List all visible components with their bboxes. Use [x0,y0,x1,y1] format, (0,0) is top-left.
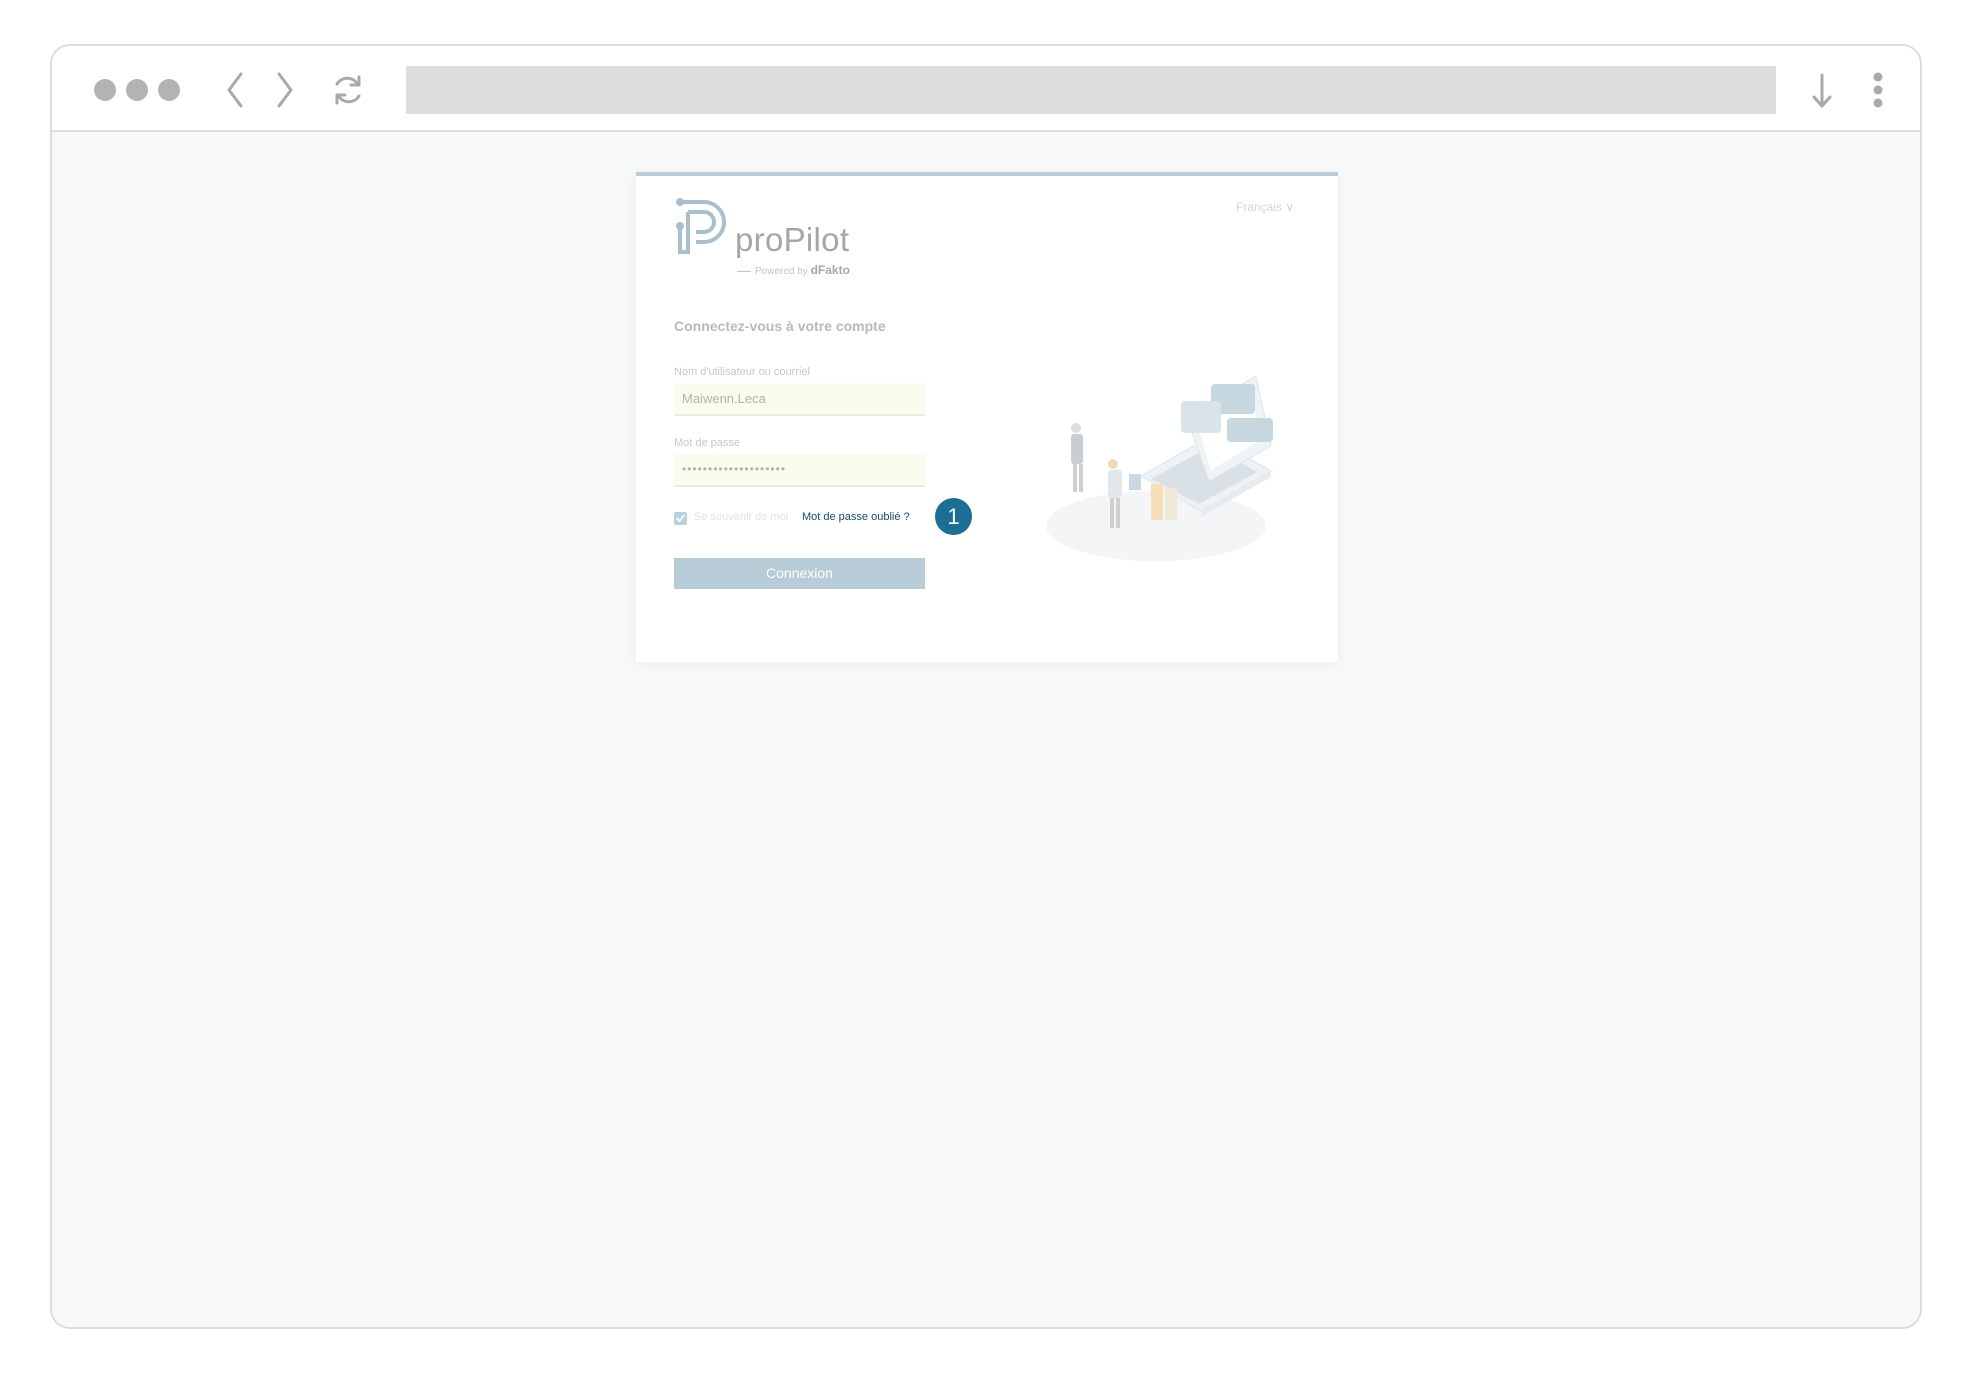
login-button[interactable]: Connexion [674,558,925,589]
forward-arrow-icon[interactable] [274,70,296,110]
remember-label[interactable]: Se souvenir de moi [694,511,788,523]
menu-kebab-icon[interactable] [1872,72,1884,108]
remember-checkbox[interactable] [674,512,687,525]
download-icon[interactable] [1810,72,1834,110]
window-dot-icon [126,79,148,101]
browser-toolbar [52,46,1920,132]
window-dot-icon [158,79,180,101]
language-selector[interactable]: Français ∨ [1236,200,1294,214]
page-viewport: Français ∨ proPilot Powered by dFakto Co… [52,132,1920,1327]
address-bar[interactable] [406,66,1776,114]
password-input[interactable]: •••••••••••••••••••• [674,454,925,487]
powered-by-brand: dFakto [810,263,850,277]
brand-name: proPilot [735,221,850,258]
powered-by-prefix: Powered by [755,266,808,277]
login-heading: Connectez-vous à votre compte [674,318,886,334]
login-illustration [1046,376,1273,561]
browser-window: Français ∨ proPilot Powered by dFakto Co… [50,44,1922,1329]
username-input[interactable]: Maiwenn.Leca [674,383,925,416]
reload-icon[interactable] [330,72,366,108]
back-arrow-icon[interactable] [224,70,246,110]
step-badge: 1 [935,498,972,535]
username-label: Nom d'utilisateur ou courriel [674,366,810,378]
powered-by: Powered by dFakto [737,263,850,277]
login-card: Français ∨ proPilot Powered by dFakto Co… [636,172,1338,662]
password-label: Mot de passe [674,437,741,449]
forgot-password-link[interactable]: Mot de passe oublié ? [802,511,910,523]
window-dot-icon [94,79,116,101]
